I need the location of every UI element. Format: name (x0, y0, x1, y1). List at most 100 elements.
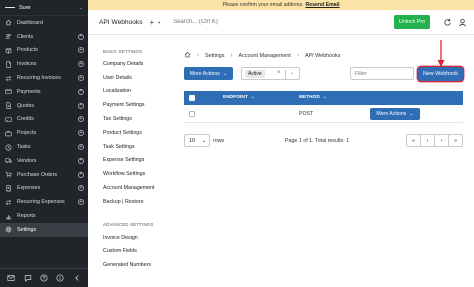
add-circle-icon[interactable]: + (78, 116, 84, 123)
sidebar-item-invoices[interactable]: Invoices + (0, 57, 88, 71)
settings-menu: BASIC SETTINGS Company Details User Detai… (88, 36, 170, 287)
settings-menu-item[interactable]: Generated Numbers (88, 258, 170, 272)
previous-page-button[interactable]: ‹ (421, 135, 435, 146)
settings-menu-item[interactable]: Tax Settings (88, 112, 170, 126)
filter-input[interactable] (350, 67, 414, 80)
row-more-actions-button[interactable]: More Actions ⌄ (370, 108, 420, 120)
info-icon[interactable] (56, 274, 65, 283)
briefcase-icon (5, 130, 12, 137)
settings-menu-item[interactable]: User Details (88, 71, 170, 85)
chevron-down-icon: ⌄ (78, 4, 83, 11)
breadcrumb-separator: › (296, 52, 299, 59)
column-endpoint[interactable]: ENDPOINT ⌄ (223, 95, 255, 100)
sidebar-item-recurring-expenses[interactable]: Recurring Expenses + (0, 195, 88, 209)
sidebar: Sure ⌄ Dashboard Clients + Products + Invoice… (0, 0, 88, 287)
repeat-icon (5, 199, 12, 206)
settings-menu-item[interactable]: Workflow Settings (88, 167, 170, 181)
settings-menu-item[interactable]: Localization (88, 85, 170, 99)
clear-icon[interactable]: × (277, 70, 281, 76)
sidebar-item-label: Tasks (17, 144, 31, 151)
home-icon (5, 19, 12, 26)
company-switcher[interactable]: Sure ⌄ (0, 0, 88, 16)
chevron-left-icon[interactable] (72, 274, 81, 283)
add-circle-icon[interactable]: + (78, 102, 84, 109)
sidebar-item-products[interactable]: Products + (0, 44, 88, 58)
add-circle-icon[interactable]: + (78, 171, 84, 178)
add-circle-icon[interactable]: + (78, 88, 84, 95)
chevron-down-icon[interactable]: ⌄ (290, 70, 294, 76)
sidebar-item-settings[interactable]: Settings (0, 222, 88, 237)
sidebar-item-reports[interactable]: Reports (0, 209, 88, 223)
rows-per-page-select[interactable]: 10 ⌄ (184, 134, 210, 147)
breadcrumb-settings[interactable]: Settings (205, 53, 224, 59)
column-method[interactable]: METHOD ⌄ (299, 95, 327, 100)
refresh-icon[interactable] (443, 18, 452, 27)
settings-menu-item[interactable]: Account Management (88, 181, 170, 195)
add-circle-icon[interactable]: + (78, 130, 84, 137)
next-page-button[interactable]: › (435, 135, 449, 146)
basic-settings-heading: BASIC SETTINGS (103, 48, 143, 54)
settings-menu-item[interactable]: Expense Settings (88, 154, 170, 168)
sidebar-item-purchase-orders[interactable]: Purchase Orders + (0, 168, 88, 182)
question-icon[interactable] (39, 274, 48, 283)
sidebar-item-label: Quotes (17, 102, 35, 109)
home-icon[interactable] (184, 51, 191, 60)
resend-email-link[interactable]: Resend Email (306, 2, 340, 8)
more-actions-button[interactable]: More Actions ⌄ (184, 67, 233, 80)
search-input[interactable] (173, 19, 344, 25)
unlock-pro-button[interactable]: Unlock Pro (394, 15, 430, 29)
chevron-down-icon[interactable]: ▼ (157, 20, 161, 25)
mail-icon[interactable] (7, 274, 16, 283)
settings-menu-item[interactable]: Backup | Restore (88, 195, 170, 209)
settings-menu-item[interactable]: Product Settings (88, 126, 170, 140)
add-button[interactable]: + (150, 18, 155, 27)
add-circle-icon[interactable]: + (78, 144, 84, 151)
truck-icon (5, 157, 12, 164)
settings-menu-item[interactable]: Payment Settings (88, 98, 170, 112)
sidebar-item-quotes[interactable]: Quotes + (0, 99, 88, 113)
status-chip-active[interactable]: Active (245, 69, 265, 78)
add-circle-icon[interactable]: + (78, 33, 84, 40)
add-circle-icon[interactable]: + (78, 185, 84, 192)
sidebar-item-credits[interactable]: Credits + (0, 113, 88, 127)
chevron-down-icon: ⌄ (222, 70, 228, 77)
sidebar-item-label: Projects (17, 130, 37, 137)
last-page-button[interactable]: » (449, 135, 462, 146)
sidebar-item-payments[interactable]: Payments + (0, 85, 88, 99)
sidebar-item-projects[interactable]: Projects + (0, 126, 88, 140)
breadcrumb-account-management[interactable]: Account Management (238, 53, 290, 59)
sidebar-item-expenses[interactable]: Expenses + (0, 182, 88, 196)
sidebar-item-vendors[interactable]: Vendors + (0, 154, 88, 168)
row-checkbox[interactable] (189, 111, 195, 117)
add-circle-icon[interactable]: + (78, 47, 84, 54)
repeat-icon (5, 75, 12, 82)
select-all-checkbox[interactable] (189, 95, 195, 101)
add-circle-icon[interactable]: + (78, 75, 84, 82)
file-icon (5, 61, 12, 68)
chart-icon (5, 213, 12, 220)
pagination: 10 ⌄ rows Page 1 of 1. Total results: 1 … (184, 134, 463, 148)
add-circle-icon[interactable]: + (78, 199, 84, 206)
user-icon[interactable] (458, 18, 467, 27)
table-row: POST More Actions ⌄ (184, 105, 463, 123)
chevron-down-icon: ⌄ (201, 137, 207, 144)
advanced-settings-heading: ADVANCED SETTINGS (103, 222, 154, 228)
table-header: ENDPOINT ⌄ METHOD ⌄ (184, 91, 463, 105)
new-webhook-button[interactable]: New Webhook (418, 67, 463, 81)
sidebar-item-clients[interactable]: Clients + (0, 30, 88, 44)
box-icon (5, 47, 12, 54)
settings-menu-item[interactable]: Invoice Design (88, 231, 170, 245)
page-title: API Webhooks (99, 18, 143, 26)
settings-menu-item[interactable]: Task Settings (88, 140, 170, 154)
first-page-button[interactable]: « (407, 135, 421, 146)
divider (285, 70, 286, 79)
add-circle-icon[interactable]: + (78, 61, 84, 68)
status-filter-select[interactable]: Active × ⌄ (241, 67, 300, 80)
sidebar-item-tasks[interactable]: Tasks + (0, 140, 88, 154)
add-circle-icon[interactable]: + (78, 157, 84, 164)
chat-icon[interactable] (23, 274, 32, 283)
settings-menu-item[interactable]: Company Details (88, 57, 170, 71)
sidebar-item-dashboard[interactable]: Dashboard (0, 16, 88, 30)
settings-menu-item[interactable]: Custom Fields (88, 245, 170, 259)
sidebar-item-recurring-invoices[interactable]: Recurring Invoices + (0, 71, 88, 85)
